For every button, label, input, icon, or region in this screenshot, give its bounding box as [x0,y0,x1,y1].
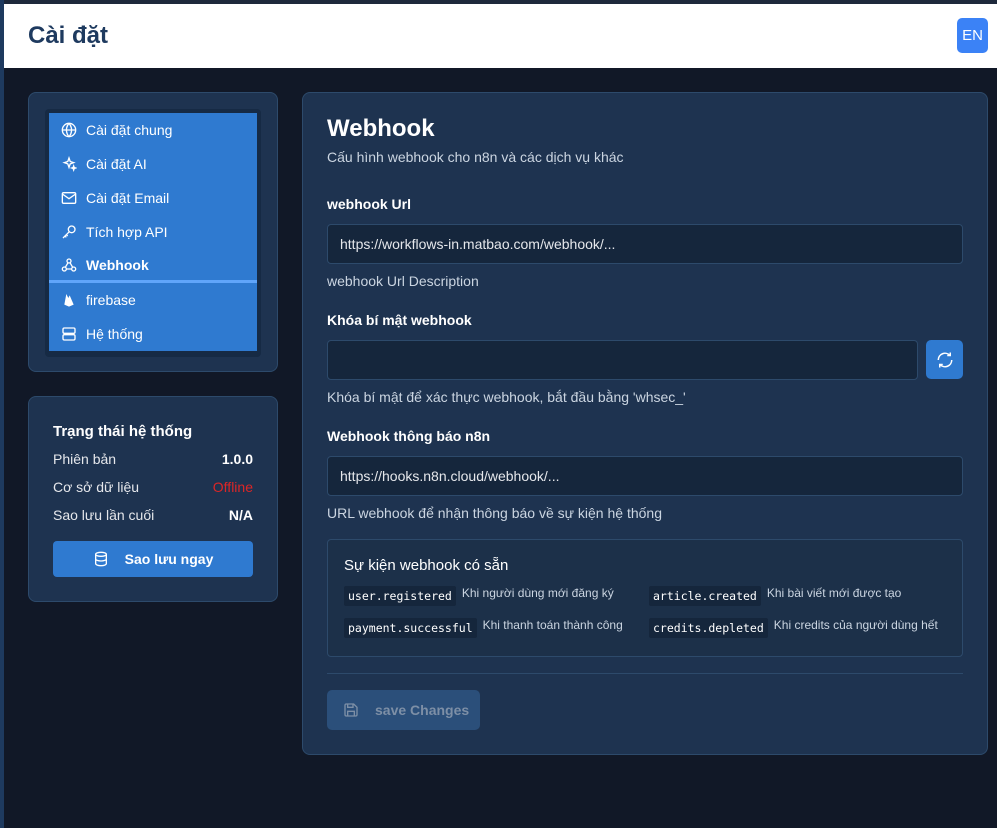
status-row-database: Cơ sở dữ liệu Offline [53,479,253,495]
regenerate-secret-button[interactable] [926,340,963,379]
n8n-webhook-description: URL webhook để nhận thông báo về sự kiện… [327,505,662,521]
backup-now-button[interactable]: Sao lưu ngay [53,541,253,577]
sparkles-icon [62,156,77,172]
event-item: user.registered Khi người dùng mới đăng … [344,586,614,606]
save-changes-button[interactable]: save Changes [327,690,480,730]
webhook-url-label: webhook Url [327,196,412,212]
event-item: credits.depleted Khi credits của người d… [649,618,938,638]
event-description: Khi credits của người dùng hết [773,618,938,632]
sidebar-item-system[interactable]: Hệ thống [49,317,257,351]
server-icon [62,327,76,341]
available-events-box: Sự kiện webhook có sẵn user.registered K… [327,539,963,657]
sidebar-item-label: Cài đặt AI [86,156,147,172]
save-icon [344,703,358,717]
sidebar-item-email[interactable]: Cài đặt Email [49,181,257,215]
system-status-card: Trạng thái hệ thống Phiên bản 1.0.0 Cơ s… [28,396,278,602]
event-description: Khi người dùng mới đăng ký [461,586,614,600]
event-description: Khi bài viết mới được tạo [766,586,902,600]
database-label: Cơ sở dữ liệu [53,479,140,495]
webhook-settings-panel: Webhook Cấu hình webhook cho n8n và các … [302,92,988,755]
sidebar-item-firebase[interactable]: firebase [49,283,257,317]
language-button[interactable]: EN [957,18,988,53]
database-icon [94,551,107,567]
sidebar-item-label: firebase [86,292,136,308]
left-edge [0,0,4,828]
key-icon [62,225,76,239]
app-header: Cài đặt EN [4,4,997,68]
page-title: Cài đặt [28,22,109,49]
sidebar-item-api[interactable]: Tích hợp API [49,215,257,249]
event-item: article.created Khi bài viết mới được tạ… [649,586,901,606]
sidebar-item-label: Hệ thống [86,326,143,342]
event-code: credits.depleted [649,618,768,638]
divider [327,673,963,674]
firebase-icon [64,294,74,307]
last-backup-label: Sao lưu lần cuối [53,507,155,523]
webhook-url-description: webhook Url Description [327,273,479,289]
section-title: Webhook [327,115,435,142]
sidebar-item-label: Tích hợp API [86,224,168,240]
sidebar-item-general[interactable]: Cài đặt chung [49,113,257,147]
event-code: payment.successful [344,618,477,638]
database-status-badge: Offline [212,479,253,495]
last-backup-value: N/A [228,507,253,523]
webhook-icon [61,257,77,272]
sidebar-item-label: Cài đặt Email [86,190,170,206]
globe-icon [61,122,77,138]
settings-nav-list: Cài đặt chung Cài đặt AI Cài đặt Email T… [49,113,257,351]
sidebar-item-ai[interactable]: Cài đặt AI [49,147,257,181]
webhook-secret-description: Khóa bí mật để xác thực webhook, bắt đầu… [327,389,686,405]
sidebar-item-label: Cài đặt chung [86,122,173,138]
status-row-backup: Sao lưu lần cuối N/A [53,507,253,523]
version-value: 1.0.0 [221,451,253,467]
webhook-secret-input[interactable] [327,340,918,380]
section-subtitle: Cấu hình webhook cho n8n và các dịch vụ … [327,149,624,165]
event-description: Khi thanh toán thành công [482,618,623,632]
event-code: user.registered [344,586,456,606]
backup-now-label: Sao lưu ngay [124,551,214,567]
settings-nav: Cài đặt chung Cài đặt AI Cài đặt Email T… [45,109,261,357]
event-code: article.created [649,586,761,606]
status-row-version: Phiên bản 1.0.0 [53,451,253,467]
mail-icon [61,192,77,204]
save-changes-label: save Changes [375,702,470,718]
n8n-webhook-input[interactable]: https://hooks.n8n.cloud/webhook/... [327,456,963,496]
webhook-url-input[interactable]: https://workflows-in.matbao.com/webhook/… [327,224,963,264]
n8n-webhook-label: Webhook thông báo n8n [327,428,491,444]
webhook-secret-label: Khóa bí mật webhook [327,312,472,328]
events-title: Sự kiện webhook có sẵn [344,557,509,574]
refresh-icon [937,352,952,367]
event-item: payment.successful Khi thanh toán thành … [344,618,623,638]
status-title: Trạng thái hệ thống [53,423,193,440]
settings-nav-card: Cài đặt chung Cài đặt AI Cài đặt Email T… [28,92,278,372]
version-label: Phiên bản [53,451,117,467]
sidebar-item-label: Webhook [86,256,149,273]
sidebar-item-webhook[interactable]: Webhook [49,249,257,283]
